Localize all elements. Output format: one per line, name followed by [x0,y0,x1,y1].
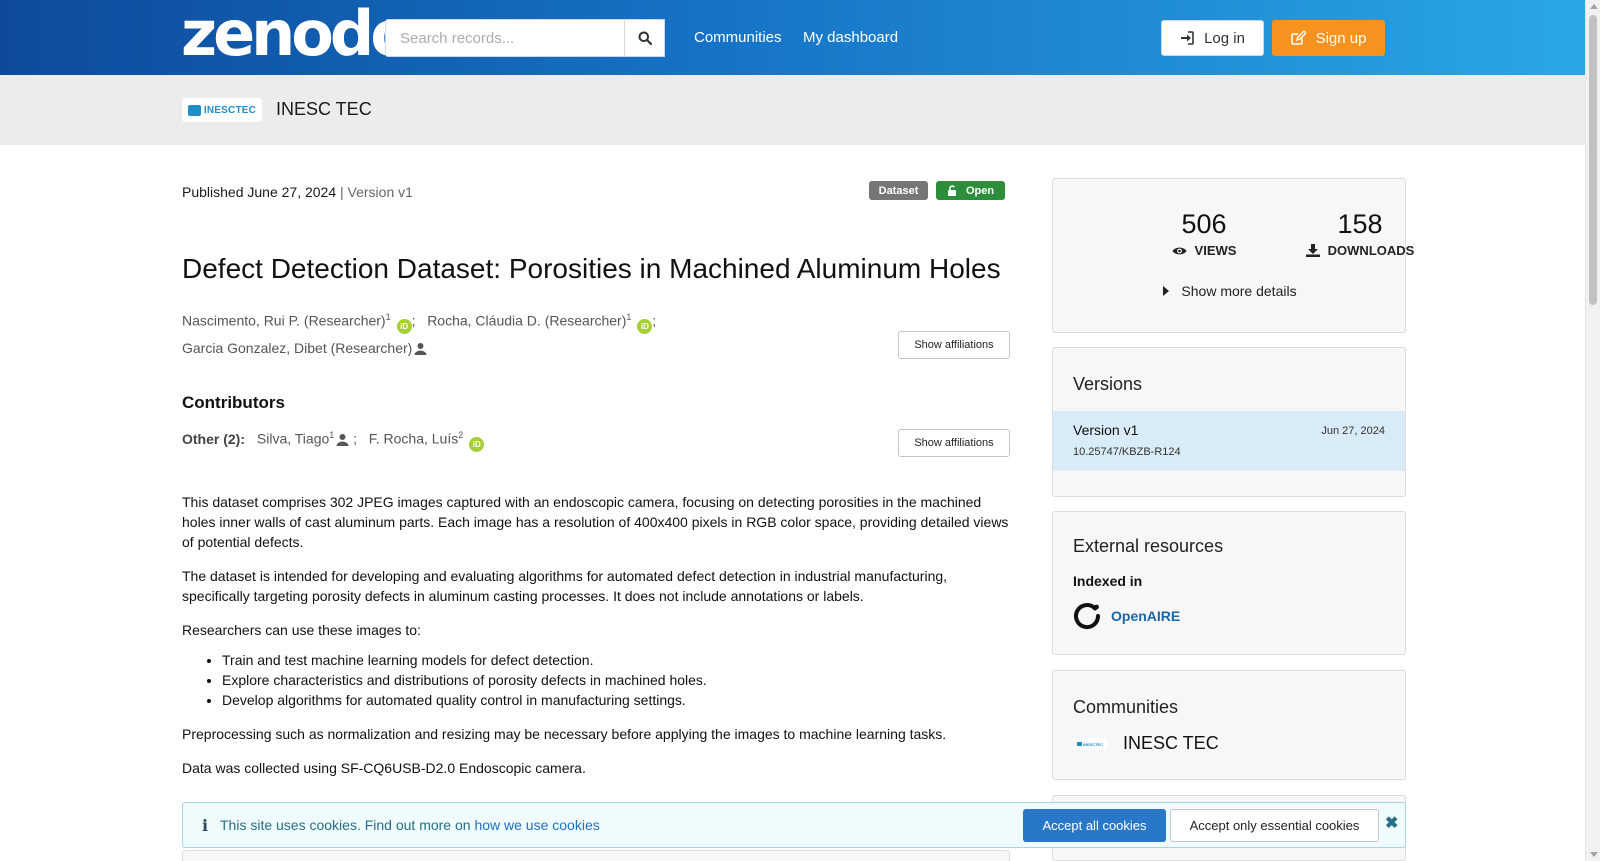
person-icon [414,342,427,355]
list-item: Train and test machine learning models f… [222,650,1010,670]
views-count: 506 [1181,209,1227,239]
list-item: Develop algorithms for automated quality… [222,690,1010,710]
description-paragraph: Researchers can use these images to: [182,622,421,638]
cookie-banner: i This site uses cookies. Find out more … [182,802,1406,848]
list-item: Explore characteristics and distribution… [222,670,1010,690]
published-date: Published June 27, 2024 [182,184,337,200]
inesc-tec-logo[interactable]: INESCTEC [182,98,262,122]
views-text: VIEWS [1194,243,1237,258]
contributors-role: Other (2): [182,430,245,447]
affiliation-number: 1 [626,312,632,322]
downloads-count: 158 [1337,209,1383,239]
page-scrollbar[interactable] [1585,0,1600,861]
openaire-icon [1074,603,1101,629]
show-more-details-toggle[interactable]: Show more details [1053,283,1407,299]
search-input[interactable] [385,19,665,57]
top-navbar: zenodo Communities My dashboard Log in S… [0,0,1585,75]
close-icon[interactable]: ✖ [1385,813,1398,833]
description-paragraph: The dataset is intended for developing a… [182,568,948,604]
cookie-message: This site uses cookies. Find out more on… [220,817,600,833]
accept-all-cookies-button[interactable]: Accept all cookies [1023,809,1166,842]
versions-card: Versions Version v1 Jun 27, 2024 10.2574… [1052,347,1406,497]
search-icon [638,31,652,45]
openaire-link[interactable]: OpenAIRE [1111,608,1180,624]
caret-right-icon [1163,286,1170,296]
nav-dashboard-link[interactable]: My dashboard [803,29,898,46]
creator-link[interactable]: Nascimento, Rui P. (Researcher) [182,313,386,329]
inesc-logo-mark [187,104,201,116]
affiliation-number: 1 [329,430,335,440]
info-icon: i [202,816,209,835]
creators-list: Nascimento, Rui P. (Researcher)1iD; Roch… [182,312,657,356]
zenodo-logo[interactable]: zenodo [181,3,413,65]
scroll-thumb[interactable] [1589,15,1597,305]
community-logo-text: INESCTEC [1082,741,1104,747]
community-name-link[interactable]: INESC TEC [276,99,372,120]
signup-label: Sign up [1315,29,1367,47]
creator-link[interactable]: Garcia Gonzalez, Dibet (Researcher) [182,340,412,356]
downloads-label: DOWNLOADS [1280,243,1440,258]
files-panel [182,850,1010,861]
scroll-down-arrow[interactable] [1590,852,1598,857]
show-contributor-affiliations-button[interactable]: Show affiliations [898,429,1010,457]
contributor-link[interactable]: Silva, Tiago [257,431,329,447]
show-more-label: Show more details [1181,283,1297,299]
cookie-text: This site uses cookies. Find out more on [220,817,475,833]
external-resources-card: External resources Indexed in OpenAIRE [1052,511,1406,655]
resource-type-badge: Dataset [869,181,928,200]
sign-in-icon [1181,31,1194,45]
search-button[interactable] [624,19,665,57]
edit-icon [1290,31,1306,45]
show-affiliations-button[interactable]: Show affiliations [898,331,1010,359]
nav-communities-link[interactable]: Communities [694,29,782,46]
access-label: Open [965,184,995,197]
accept-essential-cookies-button[interactable]: Accept only essential cookies [1170,809,1379,842]
inesc-logo-text: INESCTEC [203,104,257,116]
community-logo-mark [1076,742,1082,746]
version-name: Version v1 [1073,422,1139,438]
version-label: | Version v1 [340,184,413,200]
indexed-in-label: Indexed in [1073,573,1143,589]
version-doi: 10.25747/KBZB-R124 [1073,446,1181,458]
publication-info: Published June 27, 2024 | Version v1 [182,184,413,200]
affiliation-number: 2 [458,430,464,440]
orcid-icon[interactable]: iD [469,436,485,452]
version-item[interactable]: Version v1 Jun 27, 2024 10.25747/KBZB-R1… [1053,411,1405,471]
versions-title: Versions [1073,374,1143,394]
person-icon [336,433,349,446]
login-label: Log in [1204,29,1245,47]
downloads-text: DOWNLOADS [1327,243,1415,258]
unlock-icon [947,185,956,196]
contributors-list: Other (2): Silva, Tiago1 ; F. Rocha, Luí… [182,430,485,452]
community-header: INESCTEC INESC TEC [0,75,1585,145]
communities-card: Communities INESCTEC INESC TEC [1052,670,1406,780]
description-paragraph: Data was collected using SF-CQ6USB-D2.0 … [182,760,586,776]
orcid-icon[interactable]: iD [396,318,412,334]
views-label: VIEWS [1124,243,1284,258]
orcid-icon[interactable]: iD [637,318,653,334]
creator-link[interactable]: Rocha, Cláudia D. (Researcher) [427,313,626,329]
community-logo[interactable]: INESCTEC [1073,738,1107,750]
contributor-link[interactable]: F. Rocha, Luís [369,431,459,447]
cookie-policy-link[interactable]: how we use cookies [474,817,599,833]
scroll-up-arrow[interactable] [1590,4,1598,9]
stats-card: 506 VIEWS 158 DOWNLOADS Show more detail… [1052,178,1414,333]
record-description: This dataset comprises 302 JPEG images c… [182,492,1010,792]
contributors-heading: Contributors [182,393,285,412]
signup-button[interactable]: Sign up [1272,20,1385,56]
community-link[interactable]: INESC TEC [1123,733,1219,754]
login-button[interactable]: Log in [1161,20,1264,56]
record-title: Defect Detection Dataset: Porosities in … [182,253,1001,284]
external-resources-title: External resources [1073,536,1224,556]
access-status-badge[interactable]: Open [936,181,1005,200]
download-icon [1305,244,1320,257]
eye-icon [1172,247,1187,254]
description-list: Train and test machine learning models f… [222,650,1010,710]
version-date: Jun 27, 2024 [1321,425,1385,437]
affiliation-number: 1 [385,312,391,322]
communities-title: Communities [1073,697,1179,717]
description-paragraph: Preprocessing such as normalization and … [182,726,947,742]
description-paragraph: This dataset comprises 302 JPEG images c… [182,494,1009,550]
